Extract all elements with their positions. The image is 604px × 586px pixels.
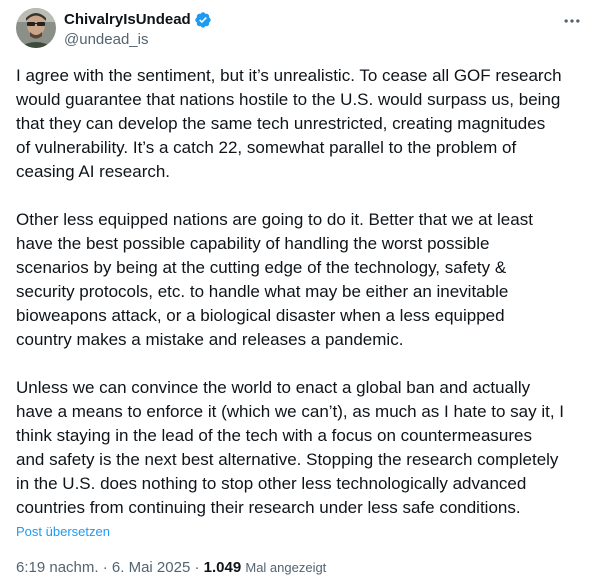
tweet-paragraph-2: Other less equipped nations are going to… bbox=[16, 210, 533, 349]
avatar[interactable] bbox=[16, 8, 56, 48]
tweet-date[interactable]: 6. Mai 2025 bbox=[112, 559, 190, 576]
display-name-row: ChivalryIsUndead bbox=[64, 10, 212, 30]
meta-separator: · bbox=[98, 559, 112, 576]
views-label: Mal angezeigt bbox=[245, 560, 327, 575]
meta-separator: · bbox=[190, 559, 204, 576]
paragraph-spacer: ​ bbox=[16, 352, 596, 376]
views-count[interactable]: 1.049 bbox=[204, 559, 242, 576]
tweet-time[interactable]: 6:19 nachm. bbox=[16, 559, 99, 576]
verified-badge-icon[interactable] bbox=[194, 11, 212, 29]
user-avatar-image bbox=[16, 8, 56, 48]
author-names: ChivalryIsUndead @undead_is bbox=[64, 10, 212, 50]
tweet-paragraph-3: Unless we can convince the world to enac… bbox=[16, 378, 565, 517]
author-handle[interactable]: @undead_is bbox=[64, 30, 212, 50]
more-horizontal-icon bbox=[564, 19, 580, 23]
display-name[interactable]: ChivalryIsUndead bbox=[64, 10, 191, 30]
paragraph-spacer: ​ bbox=[16, 184, 596, 208]
tweet-text: I agree with the sentiment, but it’s unr… bbox=[16, 64, 596, 520]
more-options-button[interactable] bbox=[558, 8, 586, 34]
translate-post-link[interactable]: Post übersetzen bbox=[16, 523, 110, 541]
tweet: ChivalryIsUndead @undead_is I agree with… bbox=[0, 0, 604, 586]
tweet-metadata: 6:19 nachm. · 6. Mai 2025 · 1.049 Mal an… bbox=[16, 558, 326, 578]
tweet-paragraph-1: I agree with the sentiment, but it’s unr… bbox=[16, 66, 562, 181]
